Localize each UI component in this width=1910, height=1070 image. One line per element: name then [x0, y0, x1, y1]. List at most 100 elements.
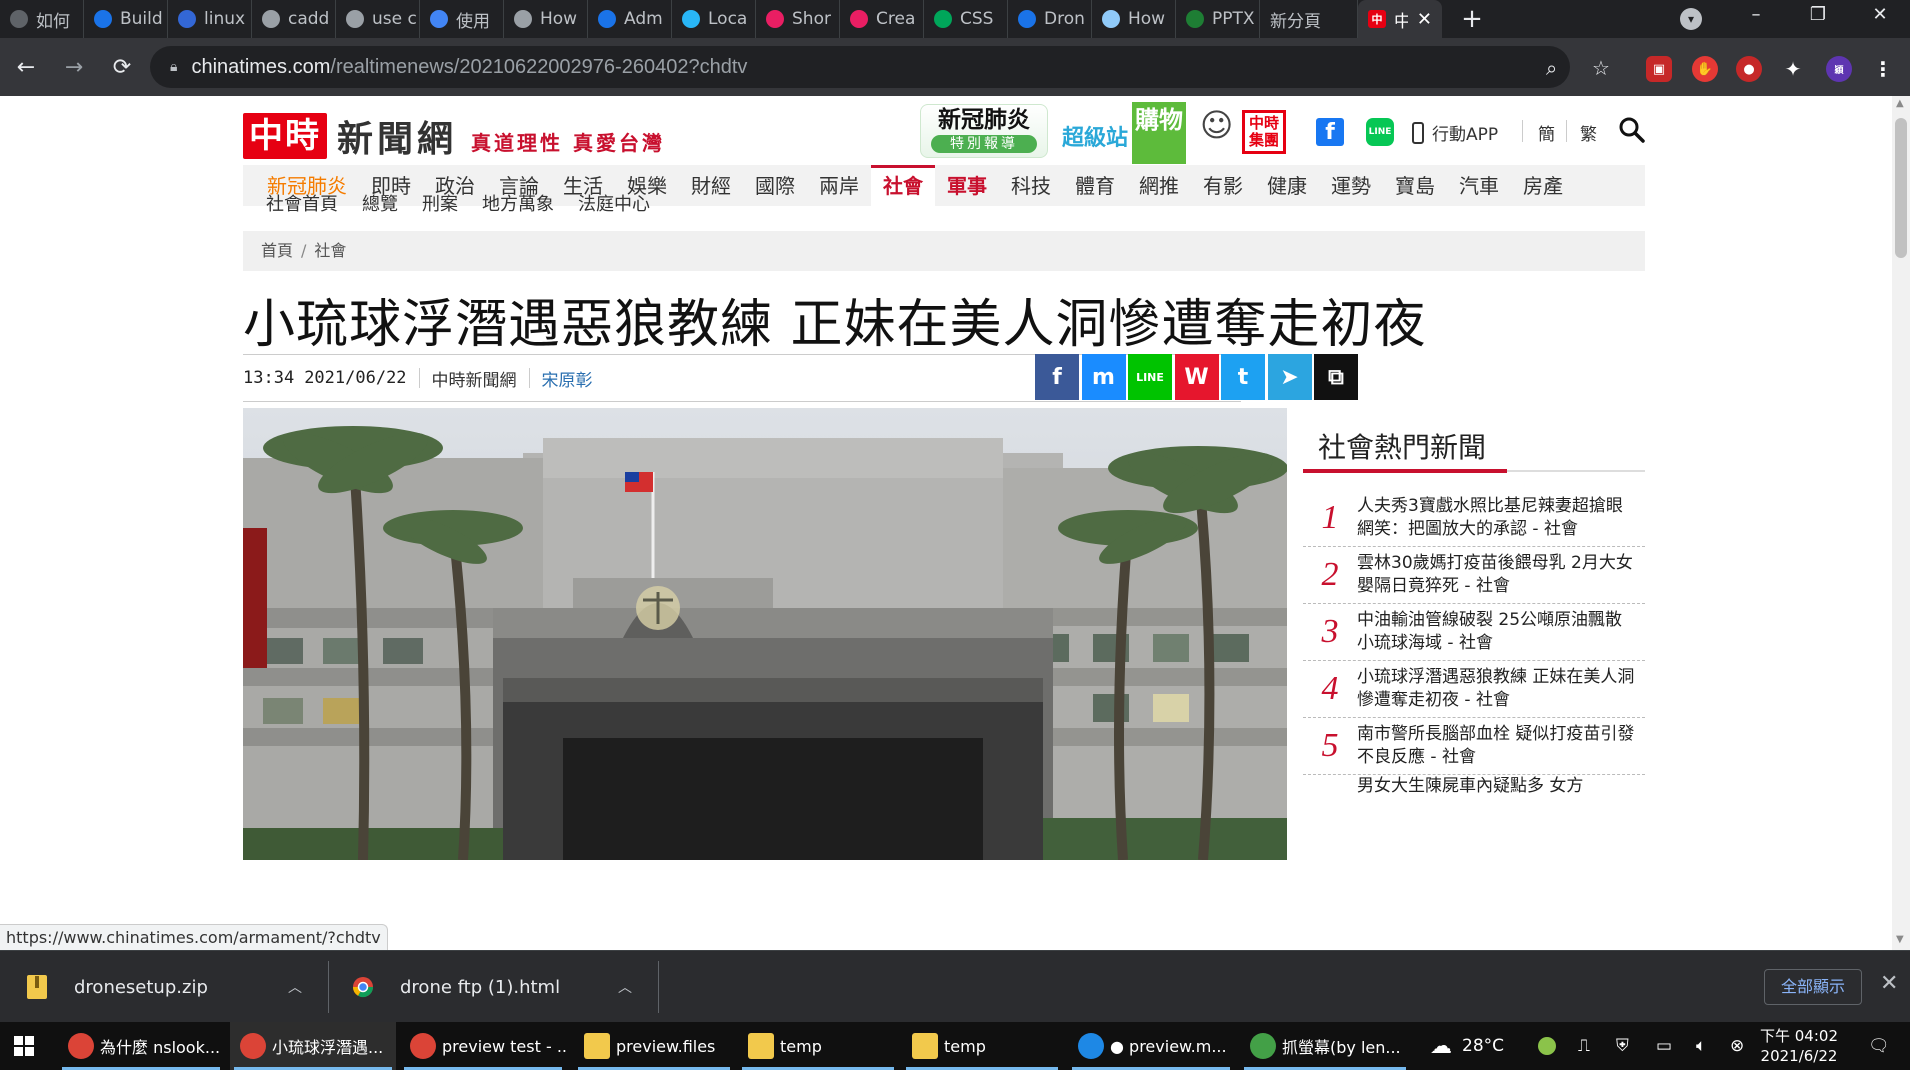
nav-item[interactable]: 房產	[1511, 165, 1575, 206]
scrollbar-thumb[interactable]	[1895, 118, 1907, 258]
messenger-share-button[interactable]: m	[1081, 354, 1126, 400]
new-tab-button[interactable]: +	[1458, 4, 1486, 34]
breadcrumb-section[interactable]: 社會	[314, 241, 346, 260]
browser-tab[interactable]: 使用	[420, 0, 504, 38]
security-shield-icon[interactable]: ⛨	[1616, 1022, 1629, 1070]
chevron-up-icon[interactable]: ︿	[618, 977, 632, 997]
extensions-puzzle-icon[interactable]: ✦	[1780, 56, 1806, 82]
browser-tab[interactable]: cadd	[252, 0, 336, 38]
browser-tab[interactable]: How	[1092, 0, 1176, 38]
browser-tab[interactable]: 如何	[0, 0, 84, 38]
zoom-icon[interactable]: ⌕	[1546, 56, 1557, 80]
shop-label[interactable]: 超級站	[1062, 120, 1128, 152]
subnav-item[interactable]: 刑案	[422, 190, 458, 216]
browser-tab[interactable]: Crea	[840, 0, 924, 38]
browser-tab[interactable]: linux	[168, 0, 252, 38]
line-share-button[interactable]: LINE	[1128, 354, 1172, 400]
lang-traditional-link[interactable]: 繁	[1580, 120, 1597, 145]
extension-icon-record[interactable]: ●	[1736, 56, 1762, 82]
nav-item[interactable]: 社會	[871, 165, 935, 206]
browser-tab[interactable]: How	[504, 0, 588, 38]
weather-widget[interactable]: ☁ 28°C	[1430, 1022, 1504, 1070]
facebook-share-button[interactable]: f	[1035, 354, 1079, 400]
nav-item[interactable]: 汽車	[1447, 165, 1511, 206]
system-clock[interactable]: 下午 04:02 2021/6/22	[1760, 1026, 1838, 1066]
browser-tab[interactable]: CSS	[924, 0, 1008, 38]
breadcrumb-home[interactable]: 首頁	[261, 241, 293, 260]
hot-news-item[interactable]: 2 雲林30歲媽打疫苗後餵母乳 2月大女嬰隔日竟猝死 - 社會	[1303, 547, 1645, 604]
shop-badge[interactable]: 購物	[1132, 102, 1186, 164]
scroll-up-icon[interactable]: ▲	[1896, 98, 1904, 109]
nav-item[interactable]: 國際	[743, 165, 807, 206]
group-logo[interactable]: 中時集團	[1242, 110, 1286, 154]
address-bar[interactable]: 🔒︎ chinatimes.com /realtimenews/20210622…	[150, 46, 1570, 88]
notification-icon[interactable]: 🗨︎	[1868, 1022, 1890, 1070]
mobile-app-link[interactable]: 行動APP	[1412, 120, 1498, 145]
facebook-icon[interactable]: f	[1316, 118, 1344, 146]
back-button[interactable]: ←	[4, 45, 48, 89]
weibo-share-button[interactable]: W	[1174, 354, 1219, 400]
copy-link-share-button[interactable]: ⧉	[1314, 354, 1358, 400]
input-method-icon[interactable]: ⊗	[1730, 1022, 1744, 1070]
browser-tab[interactable]: 新分頁	[1260, 0, 1358, 38]
tray-app-icon[interactable]	[1538, 1022, 1556, 1070]
taskbar-item[interactable]: 為什麼 nslook...	[58, 1022, 224, 1070]
download-item[interactable]: dronesetup.zip ︿	[26, 951, 306, 1023]
windows-start-icon[interactable]	[0, 1022, 48, 1070]
browser-tab[interactable]: Loca	[672, 0, 756, 38]
network-icon[interactable]: ▭	[1656, 1022, 1672, 1070]
close-window-button[interactable]: ✕	[1852, 0, 1908, 32]
active-tab[interactable]: 中 中時 ✕	[1358, 0, 1442, 38]
page-scrollbar[interactable]: ▲ ▼	[1892, 96, 1910, 950]
hot-news-item[interactable]: 6男女大生陳屍車內疑點多 女方	[1303, 775, 1645, 832]
article-author-link[interactable]: 宋原彰	[542, 366, 593, 391]
telegram-share-button[interactable]: ➤	[1267, 354, 1312, 400]
close-downloads-icon[interactable]: ✕	[1880, 971, 1898, 996]
browser-tab[interactable]: use c	[336, 0, 420, 38]
show-all-downloads-button[interactable]: 全部顯示	[1764, 969, 1862, 1005]
site-search-icon[interactable]	[1618, 116, 1646, 144]
subnav-item[interactable]: 法庭中心	[578, 190, 650, 216]
nav-item[interactable]: 科技	[999, 165, 1063, 206]
hot-news-item[interactable]: 5 南市警所長腦部血栓 疑似打疫苗引發不良反應 - 社會	[1303, 718, 1645, 775]
lang-simplified-link[interactable]: 簡	[1538, 120, 1555, 145]
covid-special-report-banner[interactable]: 新冠肺炎 特別報導	[920, 104, 1048, 158]
twitter-share-button[interactable]: t	[1221, 354, 1265, 400]
mascot-icon[interactable]: ☺	[1200, 106, 1240, 154]
hot-news-item[interactable]: 1 人夫秀3寶戲水照比基尼辣妻超搶眼 網笑：把圖放大的承認 - 社會	[1303, 490, 1645, 547]
browser-tab[interactable]: Adm	[588, 0, 672, 38]
taskbar-item[interactable]: preview test - ...	[400, 1022, 566, 1070]
nav-item[interactable]: 運勢	[1319, 165, 1383, 206]
taskbar-item[interactable]: temp	[738, 1022, 898, 1070]
nav-item[interactable]: 有影	[1191, 165, 1255, 206]
restore-button[interactable]: ❐	[1790, 0, 1846, 32]
nav-item[interactable]: 寶島	[1383, 165, 1447, 206]
bookmark-star-icon[interactable]: ☆	[1592, 56, 1610, 80]
extension-icon-red-box[interactable]: ▣	[1646, 56, 1672, 82]
nav-item[interactable]: 兩岸	[807, 165, 871, 206]
forward-button[interactable]: →	[52, 45, 96, 89]
browser-tab[interactable]: PPTX	[1176, 0, 1260, 38]
hot-news-item[interactable]: 3 中油輸油管線破裂 25公噸原油飄散小琉球海域 - 社會	[1303, 604, 1645, 661]
hot-news-item[interactable]: 4 小琉球浮潛遇惡狼教練 正妹在美人洞慘遭奪走初夜 - 社會	[1303, 661, 1645, 718]
nav-item[interactable]: 軍事	[935, 165, 999, 206]
extension-icon-hand[interactable]: ✋	[1692, 56, 1718, 82]
tab-search-icon[interactable]: ▾	[1680, 8, 1702, 30]
profile-avatar[interactable]: 穎	[1826, 56, 1852, 82]
subnav-item[interactable]: 地方萬象	[482, 190, 554, 216]
scroll-down-icon[interactable]: ▼	[1896, 934, 1904, 945]
nav-item[interactable]: 財經	[679, 165, 743, 206]
subnav-item[interactable]: 總覽	[362, 190, 398, 216]
subnav-item[interactable]: 社會首頁	[266, 190, 338, 216]
volume-icon[interactable]: 🔈︎	[1696, 1022, 1706, 1070]
nav-item[interactable]: 體育	[1063, 165, 1127, 206]
chevron-up-icon[interactable]: ︿	[288, 977, 302, 997]
taskbar-item[interactable]: ● preview.m...	[1068, 1022, 1234, 1070]
browser-tab[interactable]: Shor	[756, 0, 840, 38]
minimize-button[interactable]: –	[1728, 0, 1784, 32]
nav-item[interactable]: 網推	[1127, 165, 1191, 206]
browser-tab[interactable]: Build	[84, 0, 168, 38]
article-photo[interactable]	[243, 408, 1287, 860]
browser-menu-icon[interactable]: ⋮	[1870, 56, 1896, 82]
taskbar-item[interactable]: 抓螢幕(by len...	[1240, 1022, 1410, 1070]
